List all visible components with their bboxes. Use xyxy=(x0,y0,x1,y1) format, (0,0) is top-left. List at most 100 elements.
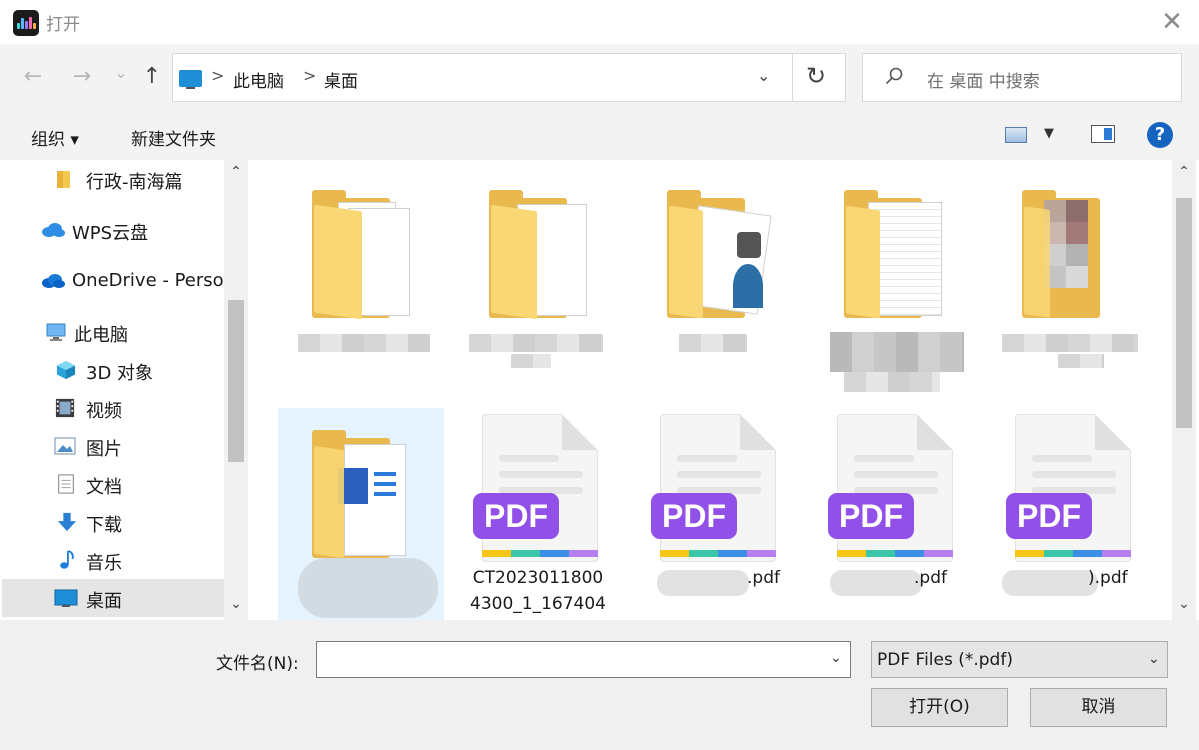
document-icon xyxy=(58,474,74,494)
blurred-filename xyxy=(1058,354,1104,368)
selected-folder-item[interactable] xyxy=(278,408,444,620)
folder-icon xyxy=(1024,206,1050,318)
refresh-icon[interactable]: ↻ xyxy=(806,62,826,90)
address-divider xyxy=(792,54,793,101)
pdf-text-line xyxy=(677,455,737,462)
cube-icon xyxy=(56,360,76,380)
folder-icon xyxy=(491,204,537,320)
sidebar-item-documents[interactable]: 文档 xyxy=(2,465,224,503)
app-icon xyxy=(13,10,39,36)
breadcrumb-separator[interactable]: > xyxy=(303,66,316,85)
file-name: CT2023011800 xyxy=(472,568,604,588)
sidebar-item-admin-folder[interactable]: 行政-南海篇 xyxy=(2,160,224,198)
computer-icon xyxy=(46,323,66,341)
preview-pane-icon[interactable] xyxy=(1091,125,1115,143)
up-arrow-icon[interactable]: ↑ xyxy=(137,62,167,92)
sidebar-item-label: 视频 xyxy=(86,401,122,422)
file-name-extension: .pdf xyxy=(747,568,780,588)
blurred-filename xyxy=(1002,570,1098,596)
filename-history-chevron-icon[interactable]: ⌄ xyxy=(830,650,842,666)
address-dropdown-chevron-icon[interactable]: ⌄ xyxy=(757,66,770,85)
change-view-icon[interactable] xyxy=(1005,127,1027,143)
search-box[interactable]: 在 桌面 中搜索 xyxy=(862,53,1182,102)
sidebar-scroll-thumb[interactable] xyxy=(228,300,244,462)
sidebar-item-label: OneDrive - Perso xyxy=(72,270,224,291)
sidebar-item-music[interactable]: 音乐 xyxy=(2,541,224,579)
video-icon xyxy=(55,398,75,418)
sidebar-scrollbar[interactable]: ⌃ ⌄ xyxy=(224,160,248,620)
thumbnail-graphic xyxy=(374,492,396,496)
new-folder-button[interactable]: 新建文件夹 xyxy=(131,125,216,150)
view-options-dropdown-icon[interactable]: ▼ xyxy=(1044,126,1054,141)
filename-input[interactable] xyxy=(316,641,851,678)
sidebar-item-label: 桌面 xyxy=(86,591,122,612)
pdf-badge: PDF xyxy=(828,493,914,539)
pdf-file-icon xyxy=(482,414,598,562)
sidebar-item-desktop[interactable]: 桌面 xyxy=(2,579,224,617)
pdf-text-line xyxy=(854,471,938,478)
file-name: 4300_1_167404 xyxy=(470,594,606,614)
pdf-text-line xyxy=(1032,471,1116,478)
pdf-corner-fold xyxy=(740,414,776,450)
thumbnail-graphic xyxy=(1066,244,1088,266)
navigation-bar: ← → ⌄ ↑ > 此电脑 > 桌面 ⌄ ↻ 在 桌面 中搜索 xyxy=(0,44,1199,110)
file-list-scrollbar[interactable]: ⌃ ⌄ xyxy=(1172,160,1196,620)
sidebar-item-downloads[interactable]: 下载 xyxy=(2,503,224,541)
pdf-file-item[interactable]: PDF ).pdf xyxy=(988,408,1154,620)
sidebar-item-pictures[interactable]: 图片 xyxy=(2,427,224,465)
folder-item[interactable] xyxy=(988,160,1154,374)
pdf-file-icon xyxy=(660,414,776,562)
pdf-file-item[interactable]: PDF .pdf xyxy=(633,408,799,620)
blurred-filename xyxy=(1002,334,1138,352)
sidebar-item-this-pc[interactable]: 此电脑 xyxy=(2,313,224,351)
forward-arrow-icon[interactable]: → xyxy=(67,62,97,92)
folder-icon xyxy=(314,204,362,320)
close-icon[interactable]: ✕ xyxy=(1156,6,1188,38)
sidebar-item-label: 行政-南海篇 xyxy=(86,172,183,193)
sidebar-item-3d-objects[interactable]: 3D 对象 xyxy=(2,351,224,389)
sidebar-item-onedrive[interactable]: OneDrive - Perso xyxy=(2,262,224,300)
sidebar-item-label: 音乐 xyxy=(86,553,122,574)
desktop-icon xyxy=(54,589,78,607)
file-list-scroll-thumb[interactable] xyxy=(1176,198,1192,428)
breadcrumb-separator[interactable]: > xyxy=(211,66,224,85)
back-arrow-icon[interactable]: ← xyxy=(18,62,48,92)
pdf-badge: PDF xyxy=(651,493,737,539)
sidebar-item-wps-cloud[interactable]: WPS云盘 xyxy=(2,211,224,249)
pdf-file-item[interactable]: PDF .pdf xyxy=(810,408,976,620)
pdf-corner-fold xyxy=(1095,414,1131,450)
onedrive-icon xyxy=(42,274,65,288)
sidebar-item-label: 图片 xyxy=(86,439,122,460)
pdf-text-line xyxy=(677,471,761,478)
recent-locations-chevron-icon[interactable]: ⌄ xyxy=(106,58,136,88)
scroll-up-icon[interactable]: ⌃ xyxy=(224,164,248,180)
cancel-button[interactable]: 取消 xyxy=(1030,688,1167,727)
download-icon xyxy=(57,512,77,532)
file-type-select[interactable]: PDF Files (*.pdf) ⌄ xyxy=(871,641,1168,678)
picture-icon xyxy=(54,437,76,455)
window-title: 打开 xyxy=(46,15,80,35)
title-bar: 打开 ✕ xyxy=(0,0,1199,44)
breadcrumb-desktop[interactable]: 桌面 xyxy=(324,67,358,92)
help-icon[interactable]: ? xyxy=(1147,122,1173,148)
open-button[interactable]: 打开(O) xyxy=(871,688,1008,727)
address-bar[interactable]: > 此电脑 > 桌面 ⌄ ↻ xyxy=(172,53,846,102)
search-placeholder: 在 桌面 中搜索 xyxy=(927,72,1040,92)
folder-item[interactable] xyxy=(278,160,444,374)
organize-button[interactable]: 组织 ▾ xyxy=(31,125,79,150)
folder-item[interactable] xyxy=(633,160,799,374)
folder-item[interactable] xyxy=(810,160,976,392)
pdf-file-item[interactable]: PDF CT2023011800 4300_1_167404 xyxy=(455,408,621,620)
scroll-down-icon[interactable]: ⌄ xyxy=(1172,596,1196,612)
scroll-up-icon[interactable]: ⌃ xyxy=(1172,164,1196,180)
folder-item[interactable] xyxy=(455,160,621,374)
music-icon xyxy=(60,550,74,569)
breadcrumb-this-pc[interactable]: 此电脑 xyxy=(233,67,284,92)
folder-icon xyxy=(669,205,703,319)
thumbnail-graphic xyxy=(1066,222,1088,244)
sidebar-item-videos[interactable]: 视频 xyxy=(2,389,224,427)
scroll-down-icon[interactable]: ⌄ xyxy=(224,596,248,612)
dialog-footer: 文件名(N): ⌄ PDF Files (*.pdf) ⌄ 打开(O) 取消 xyxy=(0,620,1199,750)
file-list-view: PDF CT2023011800 4300_1_167404 PDF .pdf … xyxy=(250,160,1172,620)
thumbnail-graphic xyxy=(733,264,763,308)
